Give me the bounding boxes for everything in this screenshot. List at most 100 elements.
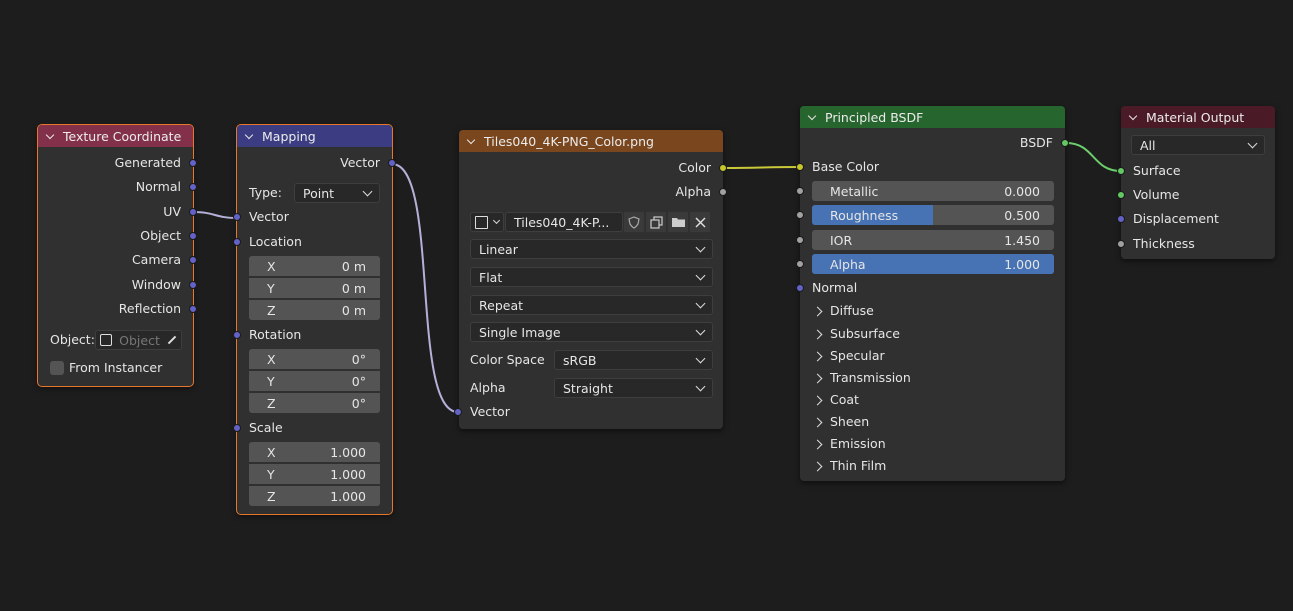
color-space-dropdown[interactable]: sRGB <box>554 350 713 370</box>
socket-alpha-out[interactable] <box>719 188 727 196</box>
eyedropper-icon[interactable] <box>167 335 177 345</box>
chevron-right-icon <box>812 439 823 449</box>
socket-reflection[interactable] <box>189 305 197 313</box>
socket-normal[interactable] <box>189 183 197 191</box>
socket-scale[interactable] <box>233 424 241 432</box>
panel-subsurface[interactable]: Subsurface <box>812 323 900 345</box>
metallic-slider[interactable]: Metallic 0.000 <box>812 181 1054 201</box>
node-header[interactable]: Mapping <box>237 125 392 147</box>
source-dropdown[interactable]: Single Image <box>470 322 713 342</box>
input-thickness: Thickness <box>1133 236 1195 251</box>
panel-diffuse[interactable]: Diffuse <box>812 300 874 322</box>
output-alpha: Alpha <box>675 184 711 199</box>
collapse-chevron-icon[interactable] <box>46 132 55 141</box>
input-vector: Vector <box>470 404 510 419</box>
panel-transmission[interactable]: Transmission <box>812 367 911 389</box>
socket-surface[interactable] <box>1117 167 1125 175</box>
axis-label: Y <box>267 373 275 389</box>
socket-camera[interactable] <box>189 256 197 264</box>
roughness-slider[interactable]: Roughness 0.500 <box>812 205 1054 225</box>
image-icon <box>475 215 488 229</box>
socket-uv[interactable] <box>189 208 197 216</box>
rotation-z[interactable]: Z 0° <box>249 393 380 413</box>
location-x[interactable]: X 0 m <box>249 256 380 276</box>
object-picker[interactable]: Object <box>95 330 182 350</box>
alpha-mode-dropdown[interactable]: Straight <box>554 378 713 398</box>
socket-ior[interactable] <box>796 236 804 244</box>
socket-volume[interactable] <box>1117 191 1125 199</box>
socket-generated[interactable] <box>189 159 197 167</box>
chevron-right-icon <box>812 461 823 471</box>
rotation-label: Rotation <box>249 327 302 342</box>
node-header[interactable]: Material Output <box>1121 106 1275 128</box>
mapping-node[interactable]: Mapping Vector Type: Point Vector Locati… <box>233 124 396 515</box>
node-header[interactable]: Tiles040_4K-PNG_Color.png <box>459 130 723 152</box>
target-dropdown[interactable]: All <box>1131 135 1265 155</box>
open-folder-icon[interactable] <box>668 212 688 232</box>
projection-dropdown[interactable]: Flat <box>470 267 713 287</box>
texture-coordinate-node[interactable]: Texture Coordinate Generated Normal UV O… <box>37 124 197 387</box>
socket-displacement[interactable] <box>1117 215 1125 223</box>
output-object: Object <box>140 228 181 243</box>
image-browse-button[interactable] <box>470 212 504 232</box>
socket-vector-in[interactable] <box>454 408 462 416</box>
node-header[interactable]: Texture Coordinate <box>38 125 193 147</box>
panel-specular[interactable]: Specular <box>812 345 885 367</box>
socket-normal[interactable] <box>796 284 804 292</box>
alpha-slider[interactable]: Alpha 1.000 <box>812 254 1054 274</box>
duplicate-icon[interactable] <box>646 212 666 232</box>
socket-roughness[interactable] <box>796 211 804 219</box>
chevron-right-icon <box>812 395 823 405</box>
rotation-x[interactable]: X 0° <box>249 349 380 369</box>
panel-emission[interactable]: Emission <box>812 433 886 455</box>
axis-label: Z <box>267 488 276 504</box>
socket-color-out[interactable] <box>719 164 727 172</box>
fake-user-shield-icon[interactable] <box>624 212 644 232</box>
material-output-node[interactable]: Material Output All Surface Volume Displ… <box>1117 106 1275 259</box>
panel-coat[interactable]: Coat <box>812 389 859 411</box>
interpolation-dropdown[interactable]: Linear <box>470 239 713 259</box>
scale-y[interactable]: Y 1.000 <box>249 464 380 484</box>
type-label: Type: <box>249 185 282 200</box>
scale-z[interactable]: Z 1.000 <box>249 486 380 506</box>
panel-thin-film[interactable]: Thin Film <box>812 455 886 477</box>
location-z[interactable]: Z 0 m <box>249 300 380 320</box>
type-dropdown[interactable]: Point <box>294 183 380 203</box>
socket-object[interactable] <box>189 232 197 240</box>
node-title: Texture Coordinate <box>63 128 182 144</box>
from-instancer-checkbox[interactable] <box>50 361 64 375</box>
principled-bsdf-node[interactable]: Principled BSDF BSDF Base Color Metallic… <box>796 106 1069 481</box>
chevron-down-icon <box>695 270 706 280</box>
socket-bsdf-out[interactable] <box>1061 139 1069 147</box>
socket-base-color[interactable] <box>796 163 804 171</box>
from-instancer-label: From Instancer <box>69 360 163 375</box>
socket-window[interactable] <box>189 281 197 289</box>
scale-x[interactable]: X 1.000 <box>249 442 380 462</box>
collapse-chevron-icon[interactable] <box>1129 113 1138 122</box>
alpha-label: Alpha <box>830 256 866 272</box>
unlink-close-icon[interactable] <box>690 212 710 232</box>
interpolation-value: Linear <box>479 241 518 257</box>
node-title: Mapping <box>262 128 316 144</box>
socket-location[interactable] <box>233 238 241 246</box>
socket-vector-in[interactable] <box>233 213 241 221</box>
node-header[interactable]: Principled BSDF <box>800 106 1065 128</box>
collapse-chevron-icon[interactable] <box>467 137 476 146</box>
socket-thickness[interactable] <box>1117 240 1125 248</box>
rotation-y[interactable]: Y 0° <box>249 371 380 391</box>
socket-rotation[interactable] <box>233 331 241 339</box>
socket-vector-out[interactable] <box>388 159 396 167</box>
socket-alpha[interactable] <box>796 260 804 268</box>
panel-label: Subsurface <box>830 326 900 341</box>
collapse-chevron-icon[interactable] <box>808 113 817 122</box>
panel-sheen[interactable]: Sheen <box>812 411 869 433</box>
collapse-chevron-icon[interactable] <box>245 132 254 141</box>
socket-metallic[interactable] <box>796 187 804 195</box>
extension-dropdown[interactable]: Repeat <box>470 295 713 315</box>
source-value: Single Image <box>479 324 561 340</box>
output-uv: UV <box>163 204 181 219</box>
image-name-field[interactable]: Tiles040_4K-P... <box>505 212 623 232</box>
ior-slider[interactable]: IOR 1.450 <box>812 230 1054 250</box>
image-texture-node[interactable]: Tiles040_4K-PNG_Color.png Color Alpha Ti… <box>454 130 727 429</box>
location-y[interactable]: Y 0 m <box>249 278 380 298</box>
